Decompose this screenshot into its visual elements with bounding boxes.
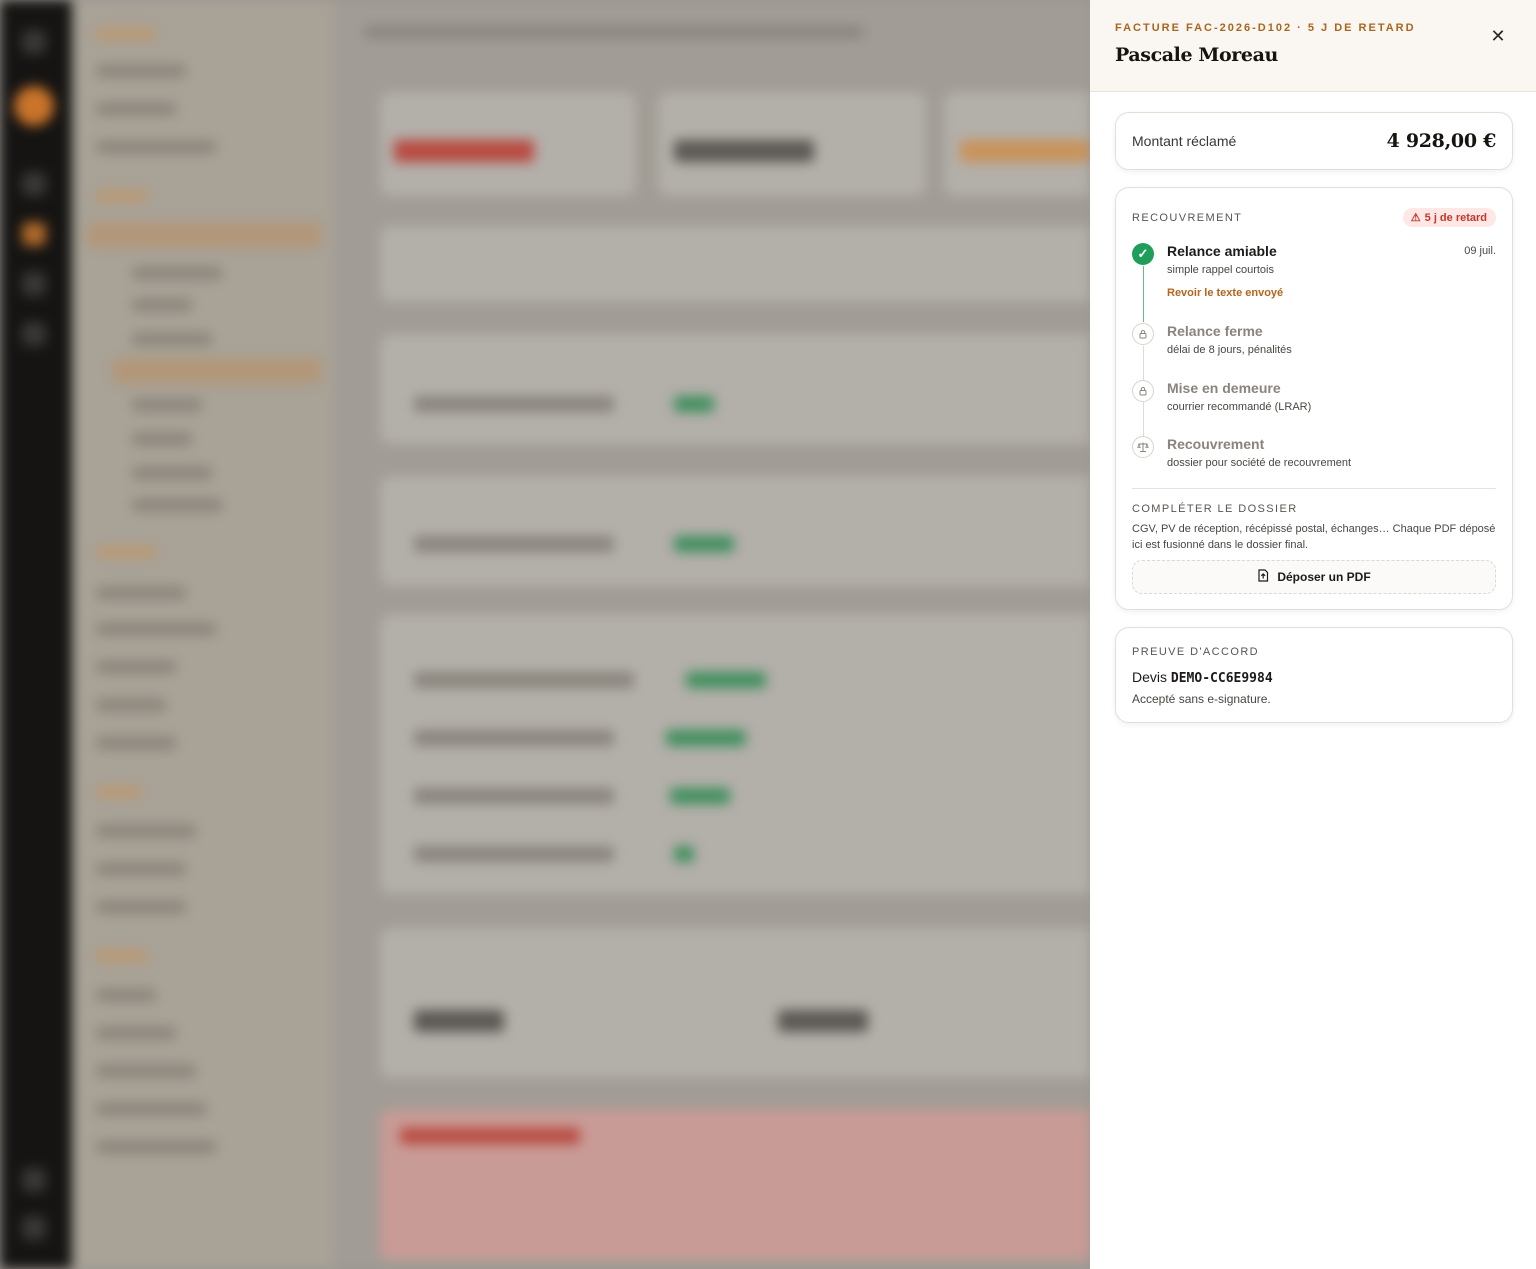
invoice-eyebrow: FACTURE FAC-2026-D102 · 5 J DE RETARD xyxy=(1115,22,1416,34)
complete-dossier-text: CGV, PV de réception, récépissé postal, … xyxy=(1132,523,1496,551)
client-name: Pascale Moreau xyxy=(1115,44,1278,66)
invoice-drawer: FACTURE FAC-2026-D102 · 5 J DE RETARD Pa… xyxy=(1090,0,1536,1269)
warning-icon: ⚠ xyxy=(1410,212,1421,224)
lock-icon xyxy=(1132,323,1154,345)
proof-note: Accepté sans e-signature. xyxy=(1132,692,1271,706)
timeline-line-done xyxy=(1143,266,1144,322)
proof-heading: PREUVE D'ACCORD xyxy=(1132,646,1260,658)
file-upload-icon xyxy=(1257,569,1269,585)
quote-reference: Devis DEMO-CC6E9984 xyxy=(1132,669,1273,686)
scales-icon-glyph xyxy=(1137,442,1149,452)
step-body: Relance ferme délai de 8 jours, pénalité… xyxy=(1167,323,1292,356)
drawer-header: FACTURE FAC-2026-D102 · 5 J DE RETARD Pa… xyxy=(1090,0,1536,92)
step-body: Relance amiable simple rappel courtois R… xyxy=(1167,243,1283,299)
lock-icon xyxy=(1132,380,1154,402)
step-body: Mise en demeure courrier recommandé (LRA… xyxy=(1167,380,1311,413)
step-subtitle: dossier pour société de recouvrement xyxy=(1167,457,1352,469)
review-sent-text-link[interactable]: Revoir le texte envoyé xyxy=(1167,287,1283,299)
proof-card: PREUVE D'ACCORD Devis DEMO-CC6E9984 Acce… xyxy=(1115,627,1513,723)
step-subtitle: délai de 8 jours, pénalités xyxy=(1167,344,1292,356)
amount-value: 4 928,00 € xyxy=(1386,130,1497,152)
step-subtitle: simple rappel courtois xyxy=(1167,264,1274,276)
background-app xyxy=(0,0,1090,1269)
lock-icon-glyph xyxy=(1139,330,1147,339)
check-icon: ✓ xyxy=(1132,243,1154,265)
step-body: Recouvrement dossier pour société de rec… xyxy=(1167,436,1351,469)
late-badge-label: 5 j de retard xyxy=(1424,211,1487,224)
step-title: Relance amiable xyxy=(1167,243,1277,259)
step-title: Relance ferme xyxy=(1167,323,1263,339)
recovery-heading: RECOUVREMENT xyxy=(1132,211,1243,224)
app-main xyxy=(334,0,1090,1269)
quote-code: DEMO-CC6E9984 xyxy=(1170,671,1273,686)
close-icon[interactable]: ✕ xyxy=(1488,26,1508,46)
step-title: Recouvrement xyxy=(1167,436,1265,452)
app-rail xyxy=(0,0,72,1269)
complete-dossier-heading: COMPLÉTER LE DOSSIER xyxy=(1132,503,1298,515)
quote-prefix: Devis xyxy=(1132,669,1168,685)
timeline-line xyxy=(1143,402,1144,436)
step-subtitle: courrier recommandé (LRAR) xyxy=(1167,401,1312,413)
step-date: 09 juil. xyxy=(1464,245,1496,257)
recovery-header: RECOUVREMENT ⚠ 5 j de retard xyxy=(1132,208,1496,227)
step-title: Mise en demeure xyxy=(1167,380,1281,396)
divider xyxy=(1132,488,1496,489)
amount-label: Montant réclamé xyxy=(1132,133,1237,149)
lock-icon-glyph xyxy=(1139,387,1147,396)
scales-icon xyxy=(1132,436,1154,458)
timeline-line xyxy=(1143,346,1144,380)
file-upload-icon-glyph xyxy=(1258,569,1269,582)
app-sidebar xyxy=(72,0,334,1269)
amount-card: Montant réclamé 4 928,00 € xyxy=(1115,112,1513,170)
upload-pdf-button[interactable]: Déposer un PDF xyxy=(1132,560,1496,594)
late-badge: ⚠ 5 j de retard xyxy=(1402,208,1496,227)
recovery-card: RECOUVREMENT ⚠ 5 j de retard ✓ Relance a… xyxy=(1115,187,1513,610)
upload-pdf-label: Déposer un PDF xyxy=(1277,570,1371,584)
